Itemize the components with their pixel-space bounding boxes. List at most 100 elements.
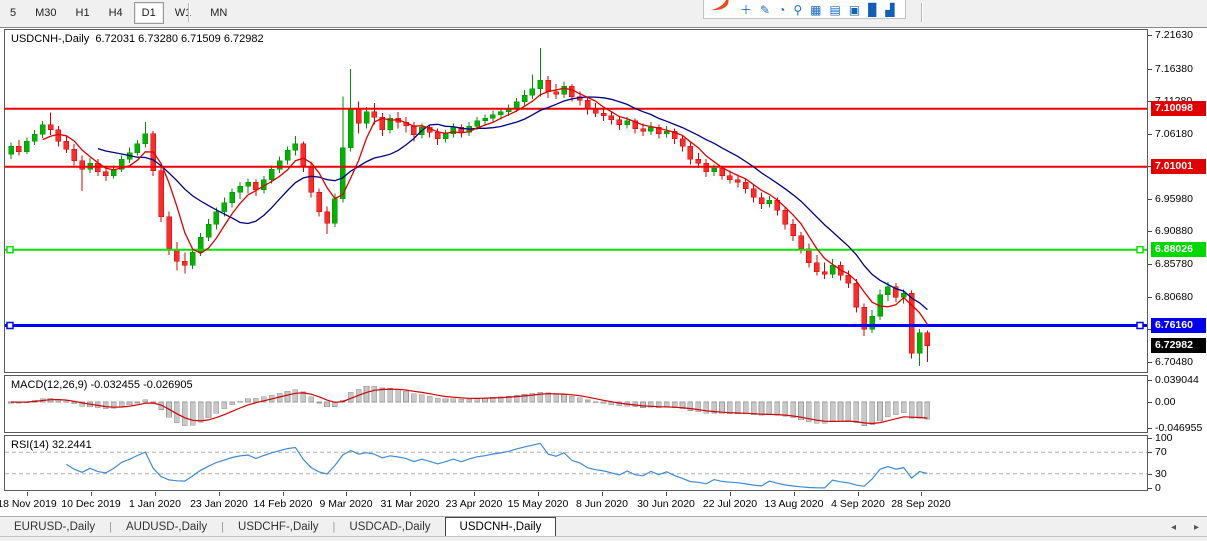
- date-axis-label: 10 Dec 2019: [61, 498, 121, 510]
- chart-window-icon[interactable]: ▉: [868, 3, 877, 17]
- candles-layer: [9, 48, 930, 366]
- price-axis-tick-label: 7.16380: [1155, 62, 1193, 76]
- date-axis-label: 22 Jul 2020: [703, 498, 757, 510]
- support-line-blue[interactable]: [5, 323, 1147, 329]
- hline-price-tag: 7.10098: [1151, 101, 1206, 116]
- date-axis[interactable]: 18 Nov 201910 Dec 20191 Jan 202023 Jan 2…: [0, 492, 1148, 516]
- timeframe-button-H1[interactable]: H1: [68, 2, 98, 24]
- rsi-title: RSI(14): [11, 439, 49, 451]
- date-axis-label: 1 Jan 2020: [129, 498, 181, 510]
- axis-tick: [1148, 438, 1152, 439]
- price-axis-tick-label: 7.06180: [1155, 127, 1193, 141]
- chart-tab-audusd-daily[interactable]: AUDUSD-,Daily: [112, 517, 221, 537]
- rsi-axis-label: 30: [1155, 467, 1167, 481]
- macd-label: MACD(12,26,9) -0.032455 -0.026905: [11, 379, 193, 391]
- axis-tick: [1148, 134, 1152, 135]
- date-axis-tick: [666, 492, 667, 496]
- toolbar: 5M30H1H4D1W1MN ＋ ✎ ◔ ⚲ ▦ ▤ ▣ ▉ ▟: [0, 0, 1207, 28]
- line-handle[interactable]: [1137, 247, 1143, 253]
- price-axis-tick-label: 6.70480: [1155, 355, 1193, 369]
- axis-tick: [1148, 35, 1152, 36]
- axis-tick: [1148, 402, 1152, 403]
- bar-chart-icon[interactable]: ▟: [885, 3, 894, 17]
- line-handle[interactable]: [7, 323, 13, 329]
- tab-scroll-arrows: ◂ ▸: [1171, 517, 1199, 537]
- line-handle[interactable]: [7, 247, 13, 253]
- tab-scroll-left-icon[interactable]: ◂: [1171, 522, 1176, 533]
- rsi-indicator-pane[interactable]: RSI(14) 32.2441: [4, 435, 1148, 491]
- rsi-value: 32.2441: [52, 439, 92, 451]
- date-axis-tick: [730, 492, 731, 496]
- macd-indicator-pane[interactable]: MACD(12,26,9) -0.032455 -0.026905: [4, 375, 1148, 433]
- chart-tab-usdchf-daily[interactable]: USDCHF-,Daily: [224, 517, 333, 537]
- line-handle[interactable]: [1137, 323, 1143, 329]
- rsi-axis-label: 0: [1155, 481, 1161, 495]
- price-axis-tick-label: 6.95980: [1155, 192, 1193, 206]
- chart-tab-bar: EURUSD-,Daily|AUDUSD-,Daily|USDCHF-,Dail…: [0, 516, 1207, 537]
- date-axis-label: 14 Feb 2020: [254, 498, 313, 510]
- clock-icon[interactable]: ◔: [778, 3, 785, 17]
- date-axis-tick: [794, 492, 795, 496]
- crosshair-icon[interactable]: ＋: [740, 3, 752, 17]
- chart-tabs: EURUSD-,Daily|AUDUSD-,Daily|USDCHF-,Dail…: [0, 517, 556, 537]
- chart-tab-usdcad-daily[interactable]: USDCAD-,Daily: [335, 517, 444, 537]
- timeframe-button-H4[interactable]: H4: [101, 2, 131, 24]
- axis-tick: [1148, 452, 1152, 453]
- axis-tick: [1148, 474, 1152, 475]
- price-chart-pane[interactable]: USDCNH-,Daily 6.72031 6.73280 6.71509 6.…: [4, 29, 1148, 373]
- hline-price-tag: 6.88026: [1151, 242, 1206, 257]
- axis-tick: [1148, 488, 1152, 489]
- date-axis-tick: [27, 492, 28, 496]
- toolbar-divider: [921, 3, 923, 22]
- axis-tick: [1148, 380, 1152, 381]
- date-axis-tick: [219, 492, 220, 496]
- news-icon[interactable]: ▤: [829, 3, 840, 17]
- axis-tick: [1148, 199, 1152, 200]
- date-axis-tick: [283, 492, 284, 496]
- timeframe-button-M30[interactable]: M30: [27, 2, 64, 24]
- axis-tick: [1148, 362, 1152, 363]
- chart-title: USDCNH-,Daily 6.72031 6.73280 6.71509 6.…: [11, 33, 264, 45]
- date-axis-label: 30 Jun 2020: [637, 498, 695, 510]
- axis-tick: [1148, 264, 1152, 265]
- price-axis[interactable]: 7.216307.163807.112807.061807.010806.959…: [1148, 29, 1207, 492]
- platform-logo-icon: [709, 0, 733, 17]
- chart-ohlc-values: 6.72031 6.73280 6.71509 6.72982: [95, 33, 263, 45]
- date-axis-tick: [538, 492, 539, 496]
- axis-tick: [1148, 69, 1152, 70]
- rsi-axis-label: 70: [1155, 445, 1167, 459]
- draw-line-icon[interactable]: ✎: [760, 3, 770, 17]
- terminal-icon[interactable]: ▣: [849, 3, 860, 17]
- rsi-axis-label: 100: [1155, 431, 1173, 445]
- axis-tick: [1148, 428, 1152, 429]
- hline-price-tag: 7.01001: [1151, 159, 1206, 174]
- chart-tab-eurusd-daily[interactable]: EURUSD-,Daily: [0, 517, 109, 537]
- date-axis-tick: [858, 492, 859, 496]
- macd-histogram: [9, 386, 930, 426]
- status-bar: [0, 536, 1207, 541]
- pin-icon[interactable]: ⚲: [793, 3, 802, 17]
- date-axis-label: 28 Sep 2020: [891, 498, 951, 510]
- price-axis-tick-label: 7.21630: [1155, 28, 1193, 42]
- toolbar-icon-group: ＋ ✎ ◔ ⚲ ▦ ▤ ▣ ▉ ▟: [703, 0, 906, 19]
- chart-tab-usdcnh-daily[interactable]: USDCNH-,Daily: [445, 517, 557, 537]
- macd-axis-label: 0.039044: [1155, 373, 1199, 387]
- timeframe-button-W1[interactable]: W1: [167, 2, 200, 24]
- timeframe-button-MN[interactable]: MN: [202, 2, 235, 24]
- date-axis-label: 4 Sep 2020: [831, 498, 885, 510]
- timeframe-button-D1[interactable]: D1: [134, 2, 164, 24]
- chart-symbol-period: USDCNH-,Daily: [11, 33, 89, 45]
- date-axis-label: 8 Jun 2020: [576, 498, 628, 510]
- date-axis-label: 9 Mar 2020: [319, 498, 372, 510]
- calendar-icon[interactable]: ▦: [810, 3, 821, 17]
- timeframe-button-5[interactable]: 5: [2, 2, 24, 24]
- date-axis-tick: [410, 492, 411, 496]
- date-axis-label: 15 May 2020: [508, 498, 569, 510]
- rsi-line: [66, 443, 927, 488]
- date-axis-label: 23 Jan 2020: [190, 498, 248, 510]
- date-axis-tick: [921, 492, 922, 496]
- macd-values: -0.032455 -0.026905: [90, 379, 192, 391]
- axis-tick: [1148, 297, 1152, 298]
- hline-price-tag: 6.76160: [1151, 318, 1206, 333]
- tab-scroll-right-icon[interactable]: ▸: [1194, 522, 1199, 533]
